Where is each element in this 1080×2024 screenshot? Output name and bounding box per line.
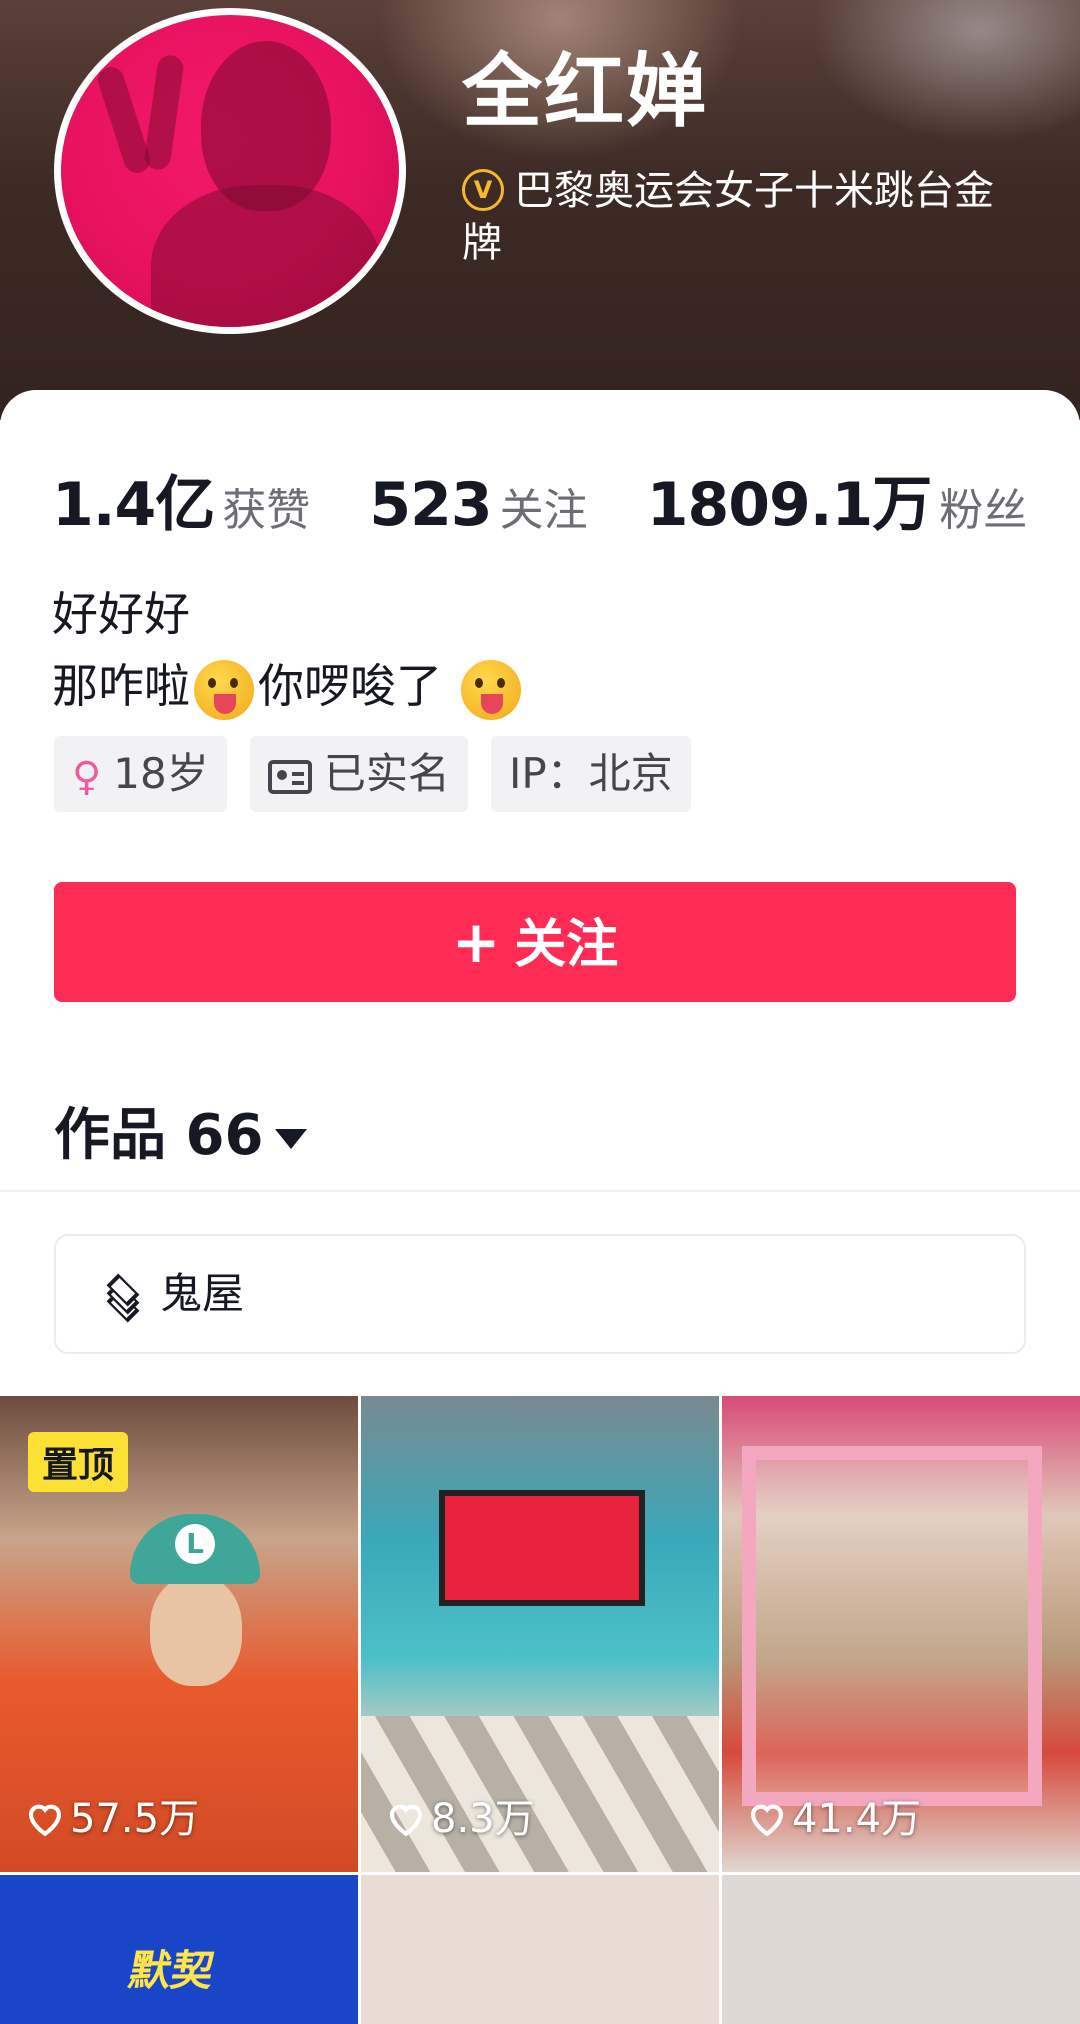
real-name-tag: 已实名	[249, 736, 468, 812]
pinned-badge: 置顶	[28, 1432, 129, 1492]
plus-icon: +	[451, 908, 501, 976]
stat-followers[interactable]: 1809.1万 粉丝	[647, 456, 1028, 543]
caret-down-icon	[275, 1128, 308, 1149]
stat-value: 523	[369, 470, 492, 540]
bio-line-1: 好好好	[52, 587, 190, 641]
bio-line-2: 那咋啦 你啰唆了	[52, 650, 525, 722]
id-card-icon	[267, 759, 312, 794]
stat-label: 粉丝	[939, 485, 1028, 536]
stat-label: 获赞	[222, 485, 311, 536]
video-tile[interactable]: 8.3万	[361, 1396, 719, 1872]
stat-following[interactable]: 523 关注	[369, 470, 587, 540]
profile-header: 全红婵 V 巴黎奥运会女子十米跳台金牌	[0, 0, 1080, 420]
stat-label: 关注	[499, 485, 588, 536]
divider	[0, 1190, 1080, 1192]
like-count: 8.3万	[385, 1786, 535, 1844]
profile-tags: ♀ 18岁 已实名 IP：北京	[54, 736, 709, 812]
stats-row: 1.4亿 获赞 523 关注 1809.1万 粉丝	[52, 456, 1027, 543]
ip-tag: IP：北京	[490, 736, 691, 812]
like-count: 41.4万	[746, 1786, 921, 1844]
layers-icon	[102, 1273, 146, 1322]
stat-value: 1.4亿	[52, 470, 215, 540]
video-tile[interactable]: L 置顶 57.5万	[0, 1396, 358, 1872]
female-icon: ♀	[72, 753, 102, 800]
works-tab[interactable]: 作品 66	[54, 1090, 308, 1171]
verification-text: 巴黎奥运会女子十米跳台金牌	[462, 168, 994, 266]
bio: 好好好 那咋啦 你啰唆了	[52, 578, 525, 722]
age-tag: ♀ 18岁	[54, 736, 227, 812]
heart-icon	[28, 1804, 62, 1837]
profile-name: 全红婵	[462, 45, 708, 138]
avatar[interactable]	[54, 8, 406, 334]
follow-button[interactable]: + 关注	[54, 882, 1016, 1002]
photo-frame	[742, 1446, 1042, 1806]
heart-icon	[750, 1804, 784, 1837]
tongue-face-icon	[460, 659, 521, 720]
stat-likes[interactable]: 1.4亿 获赞	[52, 456, 310, 543]
heart-icon	[389, 1804, 423, 1837]
video-tile[interactable]: 默契	[0, 1875, 358, 2024]
stat-value: 1809.1万	[646, 470, 933, 540]
profile-card: 1.4亿 获赞 523 关注 1809.1万 粉丝 好好好 那咋啦 你啰唆了 ♀ 18岁 …	[0, 390, 1080, 2024]
video-tile[interactable]: 41.4万	[722, 1396, 1080, 1872]
video-tile[interactable]	[361, 1875, 719, 2024]
video-tile[interactable]	[722, 1875, 1080, 2024]
verification-row: V 巴黎奥运会女子十米跳台金牌	[462, 165, 1022, 269]
collection-entry[interactable]: 鬼屋	[54, 1234, 1026, 1354]
verified-icon: V	[462, 169, 504, 211]
woozy-face-icon	[194, 659, 254, 720]
video-overlay-text: 默契	[125, 1946, 218, 1995]
stage-screen	[439, 1490, 645, 1606]
like-count: 57.5万	[24, 1786, 199, 1844]
